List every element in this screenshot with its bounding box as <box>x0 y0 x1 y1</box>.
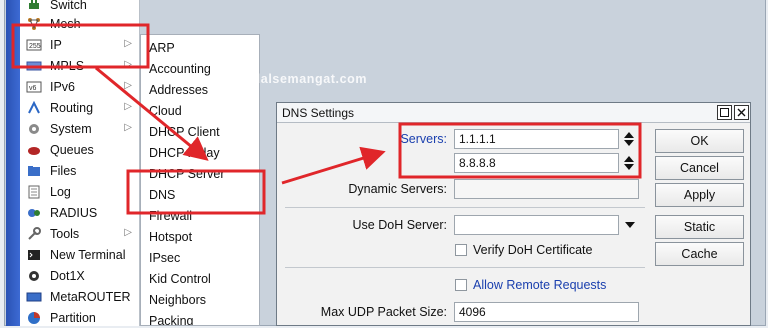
submenu-item-hotspot[interactable]: Hotspot <box>149 227 257 247</box>
menu-item-label: Dot1X <box>50 268 85 283</box>
dialog-titlebar: DNS Settings <box>277 103 750 123</box>
submenu-arrow-icon: ▷ <box>124 38 132 49</box>
server-1-updown-icon[interactable] <box>622 129 636 149</box>
menu-item-metarouter[interactable]: MetaROUTER <box>26 286 138 307</box>
submenu-item-packing[interactable]: Packing <box>149 311 257 325</box>
menu-item-files[interactable]: Files <box>26 160 138 181</box>
menu-item-ip[interactable]: 255 IP ▷ <box>26 34 138 55</box>
menu-item-label: Switch <box>50 0 87 12</box>
doh-dropdown-icon[interactable] <box>625 222 635 228</box>
menu-item-mpls[interactable]: MPLS ▷ <box>26 55 138 76</box>
maximize-icon[interactable] <box>717 105 732 120</box>
server-2-updown-icon[interactable] <box>622 153 636 173</box>
submenu-arrow-icon: ▷ <box>124 59 132 70</box>
watermark-text: www.modalsemangat.com <box>198 72 368 86</box>
apply-button[interactable]: Apply <box>655 183 744 207</box>
menu-item-label: Routing <box>50 100 94 115</box>
submenu-item-firewall[interactable]: Firewall <box>149 206 257 226</box>
server-1-input[interactable] <box>454 129 619 149</box>
system-icon <box>26 121 42 137</box>
menu-item-mesh[interactable]: Mesh <box>26 13 138 34</box>
submenu-item-dhcp-server[interactable]: DHCP Server <box>149 164 257 184</box>
submenu-item-dns[interactable]: DNS <box>149 185 257 205</box>
menu-item-queues[interactable]: Queues <box>26 139 138 160</box>
menu-item-label: MetaROUTER <box>50 289 131 304</box>
menu-item-label: Log <box>50 184 71 199</box>
mpls-icon <box>26 58 42 74</box>
allow-remote-requests-label: Allow Remote Requests <box>473 278 607 292</box>
doh-server-input[interactable] <box>454 215 619 235</box>
menu-item-label: Queues <box>50 142 94 157</box>
radius-icon <box>26 205 42 221</box>
menu-item-label: New Terminal <box>50 247 126 262</box>
menu-item-routing[interactable]: Routing ▷ <box>26 97 138 118</box>
submenu-item-dhcp-relay[interactable]: DHCP Relay <box>149 143 257 163</box>
menu-item-label: Partition <box>50 310 96 325</box>
menu-item-new-terminal[interactable]: New Terminal <box>26 244 138 265</box>
sidebar-strip <box>6 0 20 326</box>
server-2-input[interactable] <box>454 153 619 173</box>
menu-item-label: Files <box>50 163 77 178</box>
menu-item-label: Mesh <box>50 16 81 31</box>
dns-settings-dialog: DNS Settings Servers: Dynamic Servers: U… <box>276 102 751 326</box>
menu-item-label: Tools <box>50 226 80 241</box>
dynamic-servers-field <box>454 179 639 199</box>
menu-item-label: IPv6 <box>50 79 76 94</box>
svg-text:v6: v6 <box>29 85 37 92</box>
section-divider <box>285 207 645 208</box>
switch-icon <box>26 0 42 13</box>
menu-item-label: IP <box>50 37 62 52</box>
dot1x-icon <box>26 268 42 284</box>
submenu-item-cloud[interactable]: Cloud <box>149 101 257 121</box>
submenu-arrow-icon: ▷ <box>124 101 132 112</box>
routing-icon <box>26 100 42 116</box>
submenu-item-ipsec[interactable]: IPsec <box>149 248 257 268</box>
submenu-item-dhcp-client[interactable]: DHCP Client <box>149 122 257 142</box>
verify-doh-label: Verify DoH Certificate <box>473 243 593 257</box>
main-menu-sidebar: Switch Mesh 255 IP ▷ MPLS ▷ v6 IPv6 ▷ Ro… <box>6 0 140 326</box>
allow-remote-requests-checkbox[interactable] <box>455 279 467 291</box>
ip-icon: 255 <box>26 37 42 53</box>
menu-item-radius[interactable]: RADIUS <box>26 202 138 223</box>
menu-item-label: RADIUS <box>50 205 98 220</box>
menu-item-partition[interactable]: Partition <box>26 307 138 326</box>
submenu-item-neighbors[interactable]: Neighbors <box>149 290 257 310</box>
menu-item-system[interactable]: System ▷ <box>26 118 138 139</box>
close-icon[interactable] <box>734 105 749 120</box>
cache-button[interactable]: Cache <box>655 242 744 266</box>
submenu-arrow-icon: ▷ <box>124 80 132 91</box>
verify-doh-checkbox[interactable] <box>455 244 467 256</box>
partition-icon <box>26 310 42 326</box>
svg-text:255: 255 <box>29 43 41 50</box>
menu-item-label: System <box>50 121 92 136</box>
submenu-arrow-icon: ▷ <box>124 227 132 238</box>
section-divider <box>285 267 645 268</box>
submenu-item-kid-control[interactable]: Kid Control <box>149 269 257 289</box>
submenu-arrow-icon: ▷ <box>124 122 132 133</box>
metarouter-icon <box>26 289 42 305</box>
menu-item-tools[interactable]: Tools ▷ <box>26 223 138 244</box>
menu-item-log[interactable]: Log <box>26 181 138 202</box>
mesh-icon <box>26 16 42 32</box>
log-icon <box>26 184 42 200</box>
ipv6-icon: v6 <box>26 79 42 95</box>
servers-label: Servers: <box>400 132 447 146</box>
queues-icon <box>26 142 42 158</box>
menu-item-label: MPLS <box>50 58 85 73</box>
submenu-item-arp[interactable]: ARP <box>149 38 257 58</box>
cancel-button[interactable]: Cancel <box>655 156 744 180</box>
ok-button[interactable]: OK <box>655 129 744 153</box>
dialog-title: DNS Settings <box>282 105 355 120</box>
max-udp-packet-size-label: Max UDP Packet Size: <box>320 305 447 319</box>
static-button[interactable]: Static <box>655 215 744 239</box>
files-icon <box>26 163 42 179</box>
dynamic-servers-label: Dynamic Servers: <box>348 182 447 196</box>
terminal-icon <box>26 247 42 263</box>
menu-item-dot1x[interactable]: Dot1X <box>26 265 138 286</box>
menu-item-ipv6[interactable]: v6 IPv6 ▷ <box>26 76 138 97</box>
tools-icon <box>26 226 42 242</box>
max-udp-packet-size-input[interactable] <box>454 302 639 322</box>
doh-server-label: Use DoH Server: <box>352 218 447 232</box>
